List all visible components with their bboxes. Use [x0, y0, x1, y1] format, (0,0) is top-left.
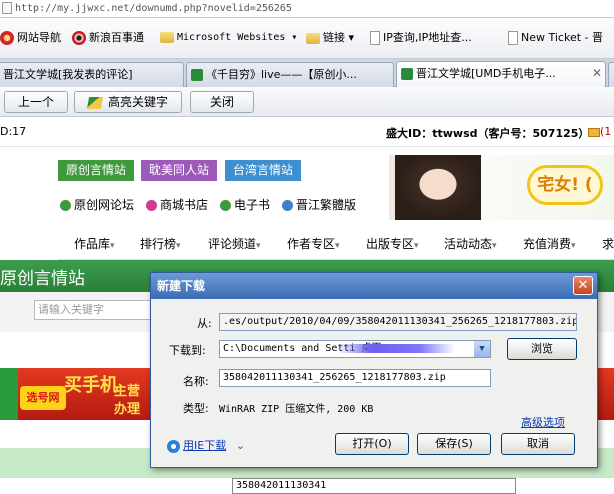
page-icon: [370, 31, 380, 45]
dialog-title: 新建下载: [151, 273, 597, 299]
banner-photo: [395, 155, 481, 220]
chevron-down-icon: ▾: [414, 241, 419, 251]
folder-icon: [160, 31, 174, 43]
chevron-down-icon: ▾: [110, 241, 115, 251]
nav-rankings[interactable]: 排行榜▾: [140, 228, 181, 260]
highlight-keyword-button[interactable]: 高亮关键字: [74, 91, 182, 113]
bottom-field[interactable]: 358042011130341: [232, 478, 516, 494]
favorite-item[interactable]: IP查询,IP地址查...: [370, 18, 472, 58]
forum-icon: [60, 200, 71, 211]
previous-button[interactable]: 上一个: [4, 91, 68, 113]
dropdown-arrow-icon[interactable]: ▼: [474, 341, 490, 357]
close-icon: ✕: [577, 278, 589, 293]
favorite-folder[interactable]: Microsoft Websites ▾: [160, 18, 297, 58]
ad-banner[interactable]: 买手机 选号网 主营 办理: [18, 368, 156, 420]
globe-icon: [282, 200, 293, 211]
open-button[interactable]: 打开(O): [335, 433, 409, 455]
save-button[interactable]: 保存(S): [417, 433, 491, 455]
chevron-down-icon: ▾: [492, 241, 497, 251]
page-icon: [2, 2, 12, 14]
save-to-label: 下载到:: [169, 344, 206, 357]
left-fragment: D:17: [0, 125, 27, 138]
nav-events[interactable]: 活动动态▾: [444, 228, 497, 260]
nav-reviews[interactable]: 评论频道▾: [208, 228, 261, 260]
nav-more[interactable]: 求: [602, 228, 614, 260]
bottom-row: 358042011130341: [0, 478, 614, 494]
user-info: 盛大ID：ttwwsd（客户号：507125）: [386, 127, 590, 140]
user-bar: D:17 盛大ID：ttwwsd（客户号：507125） (1: [0, 117, 614, 147]
type-value: WinRAR ZIP 压缩文件, 200 KB: [219, 404, 374, 415]
ie-icon: [167, 439, 180, 453]
tab-new[interactable]: [608, 62, 614, 87]
nav-publishing[interactable]: 出版专区▾: [366, 228, 419, 260]
redacted-path: [337, 344, 455, 353]
browse-button[interactable]: 浏览: [507, 338, 577, 360]
tab-novel[interactable]: 《千目穷》live——【原创小...: [186, 62, 394, 87]
ad-subline-1: 主营: [114, 384, 141, 399]
favorite-item[interactable]: New Ticket - 晋: [508, 18, 603, 58]
message-indicator[interactable]: (1: [588, 125, 611, 138]
banner-ad[interactable]: 宅女! (: [389, 155, 614, 220]
find-toolbar: 上一个 高亮关键字 关闭: [0, 87, 614, 117]
favorite-item[interactable]: 网站导航: [0, 18, 61, 58]
highlighter-icon: [86, 96, 104, 109]
favorite-folder[interactable]: 链接 ▾: [306, 18, 354, 58]
ad-subline-2: 办理: [114, 402, 141, 417]
tab-umd-download[interactable]: 晋江文学城[UMD手机电子... ✕: [396, 61, 606, 88]
chevron-down-icon: ▾: [348, 31, 355, 44]
nav-recharge[interactable]: 充值消费▾: [523, 228, 576, 260]
nav-works[interactable]: 作品库▾: [74, 228, 115, 260]
store-icon: [146, 200, 157, 211]
address-text: http://my.jjwxc.net/downumd.php?novelid=…: [15, 3, 292, 14]
chevron-down-icon: ▾: [571, 241, 576, 251]
close-tab-icon[interactable]: ✕: [592, 62, 602, 85]
name-label: 名称:: [183, 375, 209, 388]
dialog-close-button[interactable]: ✕: [573, 276, 593, 295]
file-name-field[interactable]: 358042011130341_256265_1218177803.zip: [219, 369, 491, 387]
site-link-ebook[interactable]: 电子书: [220, 196, 270, 213]
nav-authors[interactable]: 作者专区▾: [287, 228, 340, 260]
address-bar[interactable]: http://my.jjwxc.net/downumd.php?novelid=…: [0, 0, 614, 18]
ad-banner-right: [598, 368, 614, 420]
sina-eye-icon: [72, 31, 86, 45]
site-button-original[interactable]: 原创言情站: [58, 160, 134, 181]
chevron-down-icon: ▾: [291, 32, 298, 43]
site-button-taiwan[interactable]: 台湾言情站: [225, 160, 301, 181]
type-label: 类型:: [183, 402, 209, 415]
mail-icon: [588, 127, 600, 137]
from-label: 从:: [197, 317, 212, 330]
chevron-down-icon: ▾: [176, 241, 181, 251]
ebook-icon: [220, 200, 231, 211]
site-link-forum[interactable]: 原创网论坛: [60, 196, 134, 213]
ad-logo: 选号网: [20, 386, 66, 410]
favorites-bar: 网站导航 新浪百事通 Microsoft Websites ▾ 链接 ▾ IP查…: [0, 18, 614, 59]
site-link-traditional[interactable]: 晋江繁體版: [282, 196, 356, 213]
ie-download-link[interactable]: 用IE下载 ⌄: [167, 437, 245, 453]
site-icon: [401, 68, 413, 80]
ad-logo-strip: [0, 368, 18, 420]
from-field[interactable]: .es/output/2010/04/09/358042011130341_25…: [219, 313, 577, 331]
chevron-down-icon: ▾: [335, 241, 340, 251]
banner-text: 宅女! (: [527, 165, 603, 205]
advanced-options-link[interactable]: 高级选项: [521, 414, 565, 430]
folder-icon: [306, 32, 320, 44]
main-nav: 作品库▾ 排行榜▾ 评论频道▾ 作者专区▾ 出版专区▾ 活动动态▾ 充值消费▾ …: [58, 228, 614, 260]
chevron-double-down-icon: ⌄: [235, 439, 245, 452]
cancel-button[interactable]: 取消: [501, 433, 575, 455]
close-find-button[interactable]: 关闭: [190, 91, 254, 113]
new-download-dialog: 新建下载 ✕ 从: .es/output/2010/04/09/35804201…: [150, 272, 598, 468]
favorite-item[interactable]: 新浪百事通: [72, 18, 144, 58]
site-button-danmei[interactable]: 耽美同人站: [141, 160, 217, 181]
site-link-store[interactable]: 商城书店: [146, 196, 208, 213]
page-icon: [508, 31, 518, 45]
chevron-down-icon: ▾: [256, 241, 261, 251]
tab-comments[interactable]: 晋江文学城[我发表的评论]: [0, 62, 184, 87]
red-logo-icon: [0, 31, 14, 45]
site-icon: [191, 69, 203, 81]
ad-title: 买手机: [64, 375, 118, 396]
channel-title: 原创言情站: [0, 269, 85, 289]
tab-strip: 晋江文学城[我发表的评论] 《千目穷》live——【原创小... 晋江文学城[U…: [0, 59, 614, 88]
